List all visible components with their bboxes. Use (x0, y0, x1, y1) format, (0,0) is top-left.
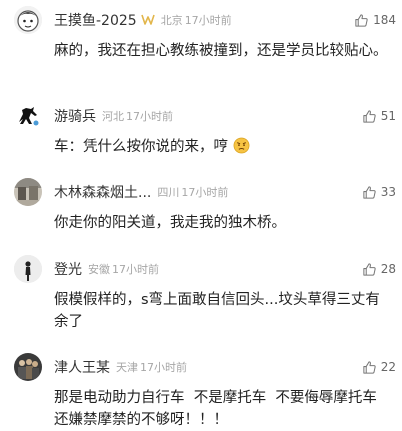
comment-meta: 王摸鱼-2025 北京 17小时前 (54, 6, 322, 34)
like-button[interactable]: 22 (362, 353, 396, 381)
timestamp: 17小时前 (184, 14, 232, 27)
cartoon-face-avatar[interactable] (14, 6, 42, 34)
thumbs-up-icon (363, 109, 376, 123)
username[interactable]: 王摸鱼-2025 (54, 10, 137, 30)
photo-avatar[interactable] (14, 178, 42, 206)
username[interactable]: 津人王某 (54, 357, 110, 377)
like-count: 22 (380, 360, 396, 374)
timestamp: 17小时前 (140, 361, 187, 374)
timestamp: 17小时前 (112, 263, 159, 276)
like-button[interactable]: 33 (362, 178, 396, 206)
like-button[interactable]: 28 (362, 255, 396, 283)
verified-badge-icon (140, 14, 155, 26)
comment-text: 你走你的阳关道，我走我的独木桥。 (54, 215, 286, 231)
thumbs-up-icon (363, 185, 376, 199)
timestamp: 17小时前 (126, 110, 173, 123)
like-count: 184 (373, 13, 396, 27)
username[interactable]: 游骑兵 (54, 106, 96, 126)
like-count: 51 (380, 109, 396, 123)
comment-item: 游骑兵 河北 17小时前 51 车：凭什么按你说的来，哼 (0, 102, 402, 162)
thumbs-up-icon (363, 262, 376, 276)
horse-logo-avatar[interactable] (14, 102, 42, 130)
comment-meta: 登光 安徽 17小时前 (54, 255, 322, 283)
location: 安徽 (88, 263, 110, 276)
username[interactable]: 木林森森烟土... (54, 182, 151, 202)
silhouette-avatar[interactable] (14, 255, 42, 283)
comment-meta: 木林森森烟土... 四川 17小时前 (54, 178, 322, 206)
comment-text: 车：凭什么按你说的来，哼 (54, 139, 228, 155)
timestamp: 17小时前 (181, 186, 229, 199)
comment-meta: 津人王某 天津 17小时前 (54, 353, 322, 381)
location: 四川 (157, 186, 180, 199)
pouting-face-emoji-icon (233, 137, 250, 154)
comment-list: 王摸鱼-2025 北京 17小时前 184 麻的，我还在担心教练被撞到，还是学员… (0, 0, 402, 430)
like-button[interactable]: 184 (354, 6, 396, 34)
comment-text-wrapper: 车：凭什么按你说的来，哼 (54, 136, 390, 158)
comment-item: 登光 安徽 17小时前 28 假模假样的，s弯上面敢自信回头...坟头草得三丈有… (0, 255, 402, 335)
location: 河北 (102, 110, 124, 123)
username[interactable]: 登光 (54, 259, 82, 279)
comment-item: 木林森森烟土... 四川 17小时前 33 你走你的阳关道，我走我的独木桥。 (0, 178, 402, 238)
like-count: 28 (380, 262, 396, 276)
comment-meta: 游骑兵 河北 17小时前 (54, 102, 322, 130)
group-photo-avatar[interactable] (14, 353, 42, 381)
thumbs-up-icon (363, 360, 376, 374)
like-button[interactable]: 51 (362, 102, 396, 130)
like-count: 33 (380, 185, 396, 199)
thumbs-up-icon (355, 13, 368, 27)
comment-text: 那是电动助力自行车 不是摩托车 不要侮辱摩托车 还嫌禁摩禁的不够呀！！！ (54, 390, 387, 428)
comment-item: 津人王某 天津 17小时前 22 那是电动助力自行车 不是摩托车 不要侮辱摩托车… (0, 353, 402, 430)
location: 天津 (116, 361, 138, 374)
comment-text: 假模假样的，s弯上面敢自信回头...坟头草得三丈有余了 (54, 292, 380, 330)
comment-item: 王摸鱼-2025 北京 17小时前 184 麻的，我还在担心教练被撞到，还是学员… (0, 6, 402, 76)
location: 北京 (160, 14, 183, 27)
comment-text: 麻的，我还在担心教练被撞到，还是学员比较贴心。 (54, 43, 388, 59)
